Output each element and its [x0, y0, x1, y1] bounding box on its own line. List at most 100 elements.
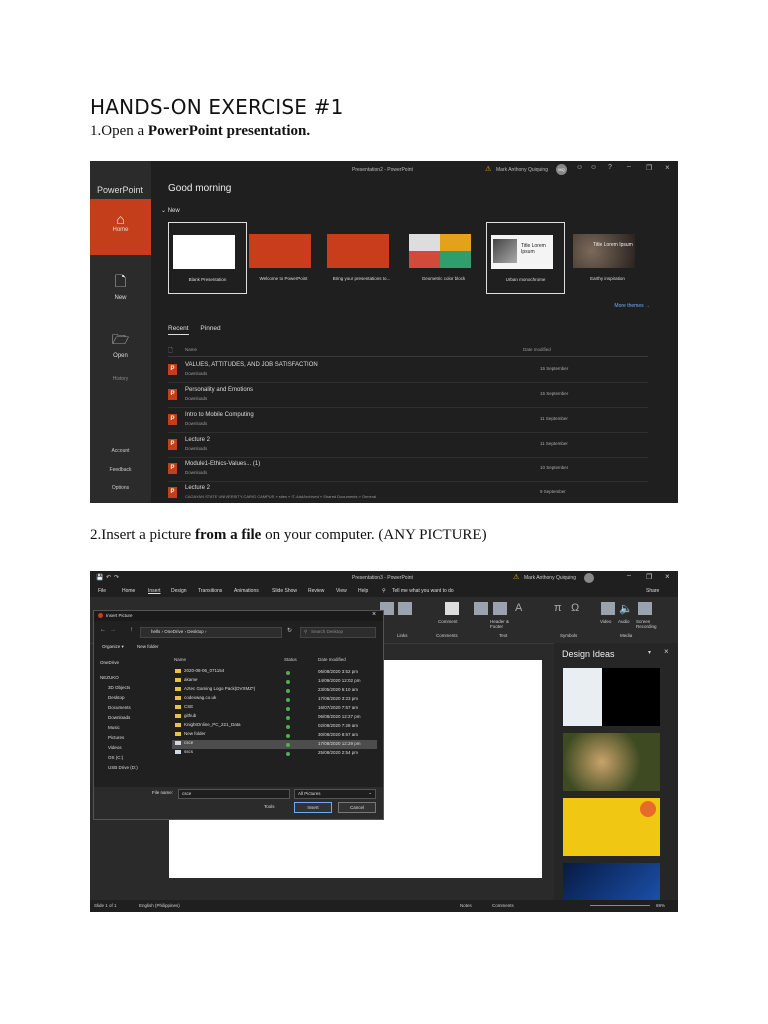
- tab-design[interactable]: Design: [171, 588, 187, 594]
- template-bring[interactable]: Bring your presentations to...: [323, 222, 400, 292]
- nav-videos[interactable]: Videos: [108, 745, 122, 750]
- symbol-icon[interactable]: Ω: [571, 602, 585, 615]
- tab-file[interactable]: File: [98, 588, 106, 594]
- nav-downloads[interactable]: Downloads: [108, 715, 130, 720]
- search-input[interactable]: ⚲ Search Desktop: [300, 627, 376, 638]
- col-name[interactable]: Name: [174, 657, 186, 666]
- tab-review[interactable]: Review: [308, 588, 324, 594]
- close-icon[interactable]: ×: [372, 611, 376, 618]
- template-urban[interactable]: Title Lorem Ipsum Urban monochrome: [486, 222, 565, 294]
- file-row[interactable]: P Lecture 2 Downloads 11 September: [168, 433, 648, 458]
- template-welcome[interactable]: Welcome to PowerPoint: [245, 222, 322, 292]
- nav-new[interactable]: 🗋 New: [90, 259, 151, 315]
- comments-button[interactable]: Comments: [492, 903, 514, 908]
- zoom-slider[interactable]: [590, 905, 650, 906]
- redo-icon[interactable]: ↷: [114, 574, 119, 581]
- tab-home[interactable]: Home: [122, 588, 135, 594]
- tab-transitions[interactable]: Transitions: [198, 588, 222, 594]
- comment-icon[interactable]: [445, 602, 459, 615]
- tab-help[interactable]: Help: [358, 588, 368, 594]
- col-status[interactable]: Status: [284, 657, 297, 666]
- refresh-icon[interactable]: ↻: [287, 627, 292, 634]
- screen-recording-icon[interactable]: [638, 602, 652, 615]
- action-icon[interactable]: [398, 602, 412, 615]
- nav-pictures[interactable]: Pictures: [108, 735, 124, 740]
- file-type-select[interactable]: All Pictures ⌄: [294, 789, 376, 799]
- nav-home[interactable]: ⌂ Home: [90, 199, 151, 255]
- list-item[interactable]: 2020-08-06_071154 06/08/2020 3:52 pm: [172, 668, 377, 677]
- nav-this-pc[interactable]: NEZUKO: [100, 675, 119, 680]
- restore-icon[interactable]: ❐: [646, 573, 652, 581]
- back-icon[interactable]: ←: [100, 627, 106, 633]
- notes-button[interactable]: Notes: [460, 903, 472, 908]
- equation-icon[interactable]: π: [554, 602, 568, 615]
- tab-pinned[interactable]: Pinned: [200, 325, 220, 334]
- wordart-icon[interactable]: A: [515, 602, 529, 615]
- video-icon[interactable]: [601, 602, 615, 615]
- close-icon[interactable]: ×: [664, 647, 669, 656]
- list-item[interactable]: github 06/08/2020 12:27 pm: [172, 713, 377, 722]
- user-name[interactable]: Mark Anthony Quiquing: [524, 575, 576, 581]
- zoom-level[interactable]: 69%: [656, 903, 665, 908]
- file-row[interactable]: P Personality and Emotions Downloads 15 Sep…: [168, 383, 648, 408]
- up-icon[interactable]: ↑: [130, 627, 133, 633]
- design-idea-3[interactable]: [563, 798, 660, 856]
- template-geometric[interactable]: Geometric color block: [405, 222, 482, 292]
- pane-options-icon[interactable]: ▾: [648, 649, 651, 656]
- file-row[interactable]: P Lecture 2 CAGAYAN STATE UNIVERSITY-CARIG…: [168, 481, 648, 503]
- share-button[interactable]: Share: [646, 588, 659, 594]
- textbox-icon[interactable]: [474, 602, 488, 615]
- save-icon[interactable]: 💾: [96, 574, 103, 581]
- tab-insert[interactable]: Insert: [148, 588, 161, 594]
- col-name[interactable]: Name: [185, 347, 197, 352]
- nav-open[interactable]: 🗁 Open: [90, 317, 151, 373]
- list-item[interactable]: sscs 25/08/2020 2:54 pm: [172, 749, 377, 758]
- nav-feedback[interactable]: Feedback: [90, 467, 151, 473]
- list-item[interactable]: akame 14/09/2020 12:02 pm: [172, 677, 377, 686]
- audio-icon[interactable]: 🔈: [619, 602, 633, 615]
- tab-slide-show[interactable]: Slide Show: [272, 588, 297, 594]
- more-themes-link[interactable]: More themes →: [614, 303, 650, 309]
- undo-icon[interactable]: ↶: [106, 574, 111, 581]
- language[interactable]: English (Philippines): [139, 903, 180, 908]
- nav-options[interactable]: Options: [90, 485, 151, 491]
- file-name-input[interactable]: csce: [178, 789, 290, 799]
- nav-account[interactable]: Account: [90, 448, 151, 454]
- nav-onedrive[interactable]: OneDrive: [100, 660, 119, 665]
- file-row[interactable]: P VALUES, ATTITUDES, AND JOB SATISFACTION…: [168, 358, 648, 383]
- template-blank[interactable]: Blank Presentation: [168, 222, 247, 294]
- close-icon[interactable]: ×: [665, 572, 670, 581]
- organize-button[interactable]: Organize ▾: [102, 644, 124, 649]
- list-item[interactable]: New folder 30/08/2020 8:57 am: [172, 731, 377, 740]
- template-earthy[interactable]: Title Lorem Ipsum Earthy inspiration: [569, 222, 646, 292]
- minimize-icon[interactable]: –: [627, 572, 631, 579]
- header-footer-icon[interactable]: [493, 602, 507, 615]
- list-item[interactable]: KnightOnline_PC_221_Data 02/08/2020 7:28 …: [172, 722, 377, 731]
- avatar[interactable]: [584, 573, 594, 583]
- insert-button[interactable]: Insert: [294, 802, 332, 813]
- address-bar[interactable]: hells › OneDrive › Desktop ›: [140, 627, 282, 638]
- nav-desktop[interactable]: Desktop: [108, 695, 125, 700]
- file-row[interactable]: P Intro to Mobile Computing Downloads 11 Se…: [168, 408, 648, 433]
- tab-animations[interactable]: Animations: [234, 588, 259, 594]
- cancel-button[interactable]: Cancel: [338, 802, 376, 813]
- nav-3d-objects[interactable]: 3D Objects: [108, 685, 130, 690]
- design-idea-2[interactable]: [563, 733, 660, 791]
- nav-documents[interactable]: Documents: [108, 705, 131, 710]
- list-item[interactable]: CSE 16/07/2020 7:57 am: [172, 704, 377, 713]
- nav-music[interactable]: Music: [108, 725, 120, 730]
- tab-recent[interactable]: Recent: [168, 325, 189, 335]
- file-row[interactable]: P Module1-Ethics-Values... (1) Downloads 10…: [168, 457, 648, 482]
- list-item-selected[interactable]: csce 17/08/2020 12:29 pm: [172, 740, 377, 749]
- list-item[interactable]: codexwag.co.uk 17/08/2020 3:23 pm: [172, 695, 377, 704]
- col-date[interactable]: Date modified: [523, 347, 551, 352]
- list-item[interactable]: Aztec Gaming Logo Pack(DVXMZ*) 23/05/2020…: [172, 686, 377, 695]
- col-date[interactable]: Date modified: [318, 657, 346, 666]
- new-folder-button[interactable]: New folder: [137, 644, 159, 649]
- tell-me-search[interactable]: Tell me what you want to do: [392, 588, 454, 594]
- tools-menu[interactable]: Tools: [264, 804, 275, 809]
- nav-history[interactable]: History: [90, 376, 151, 382]
- nav-usb-drive[interactable]: USB Drive (D:): [108, 765, 138, 770]
- nav-os-c[interactable]: OS (C:): [108, 755, 123, 760]
- forward-icon[interactable]: →: [110, 627, 116, 633]
